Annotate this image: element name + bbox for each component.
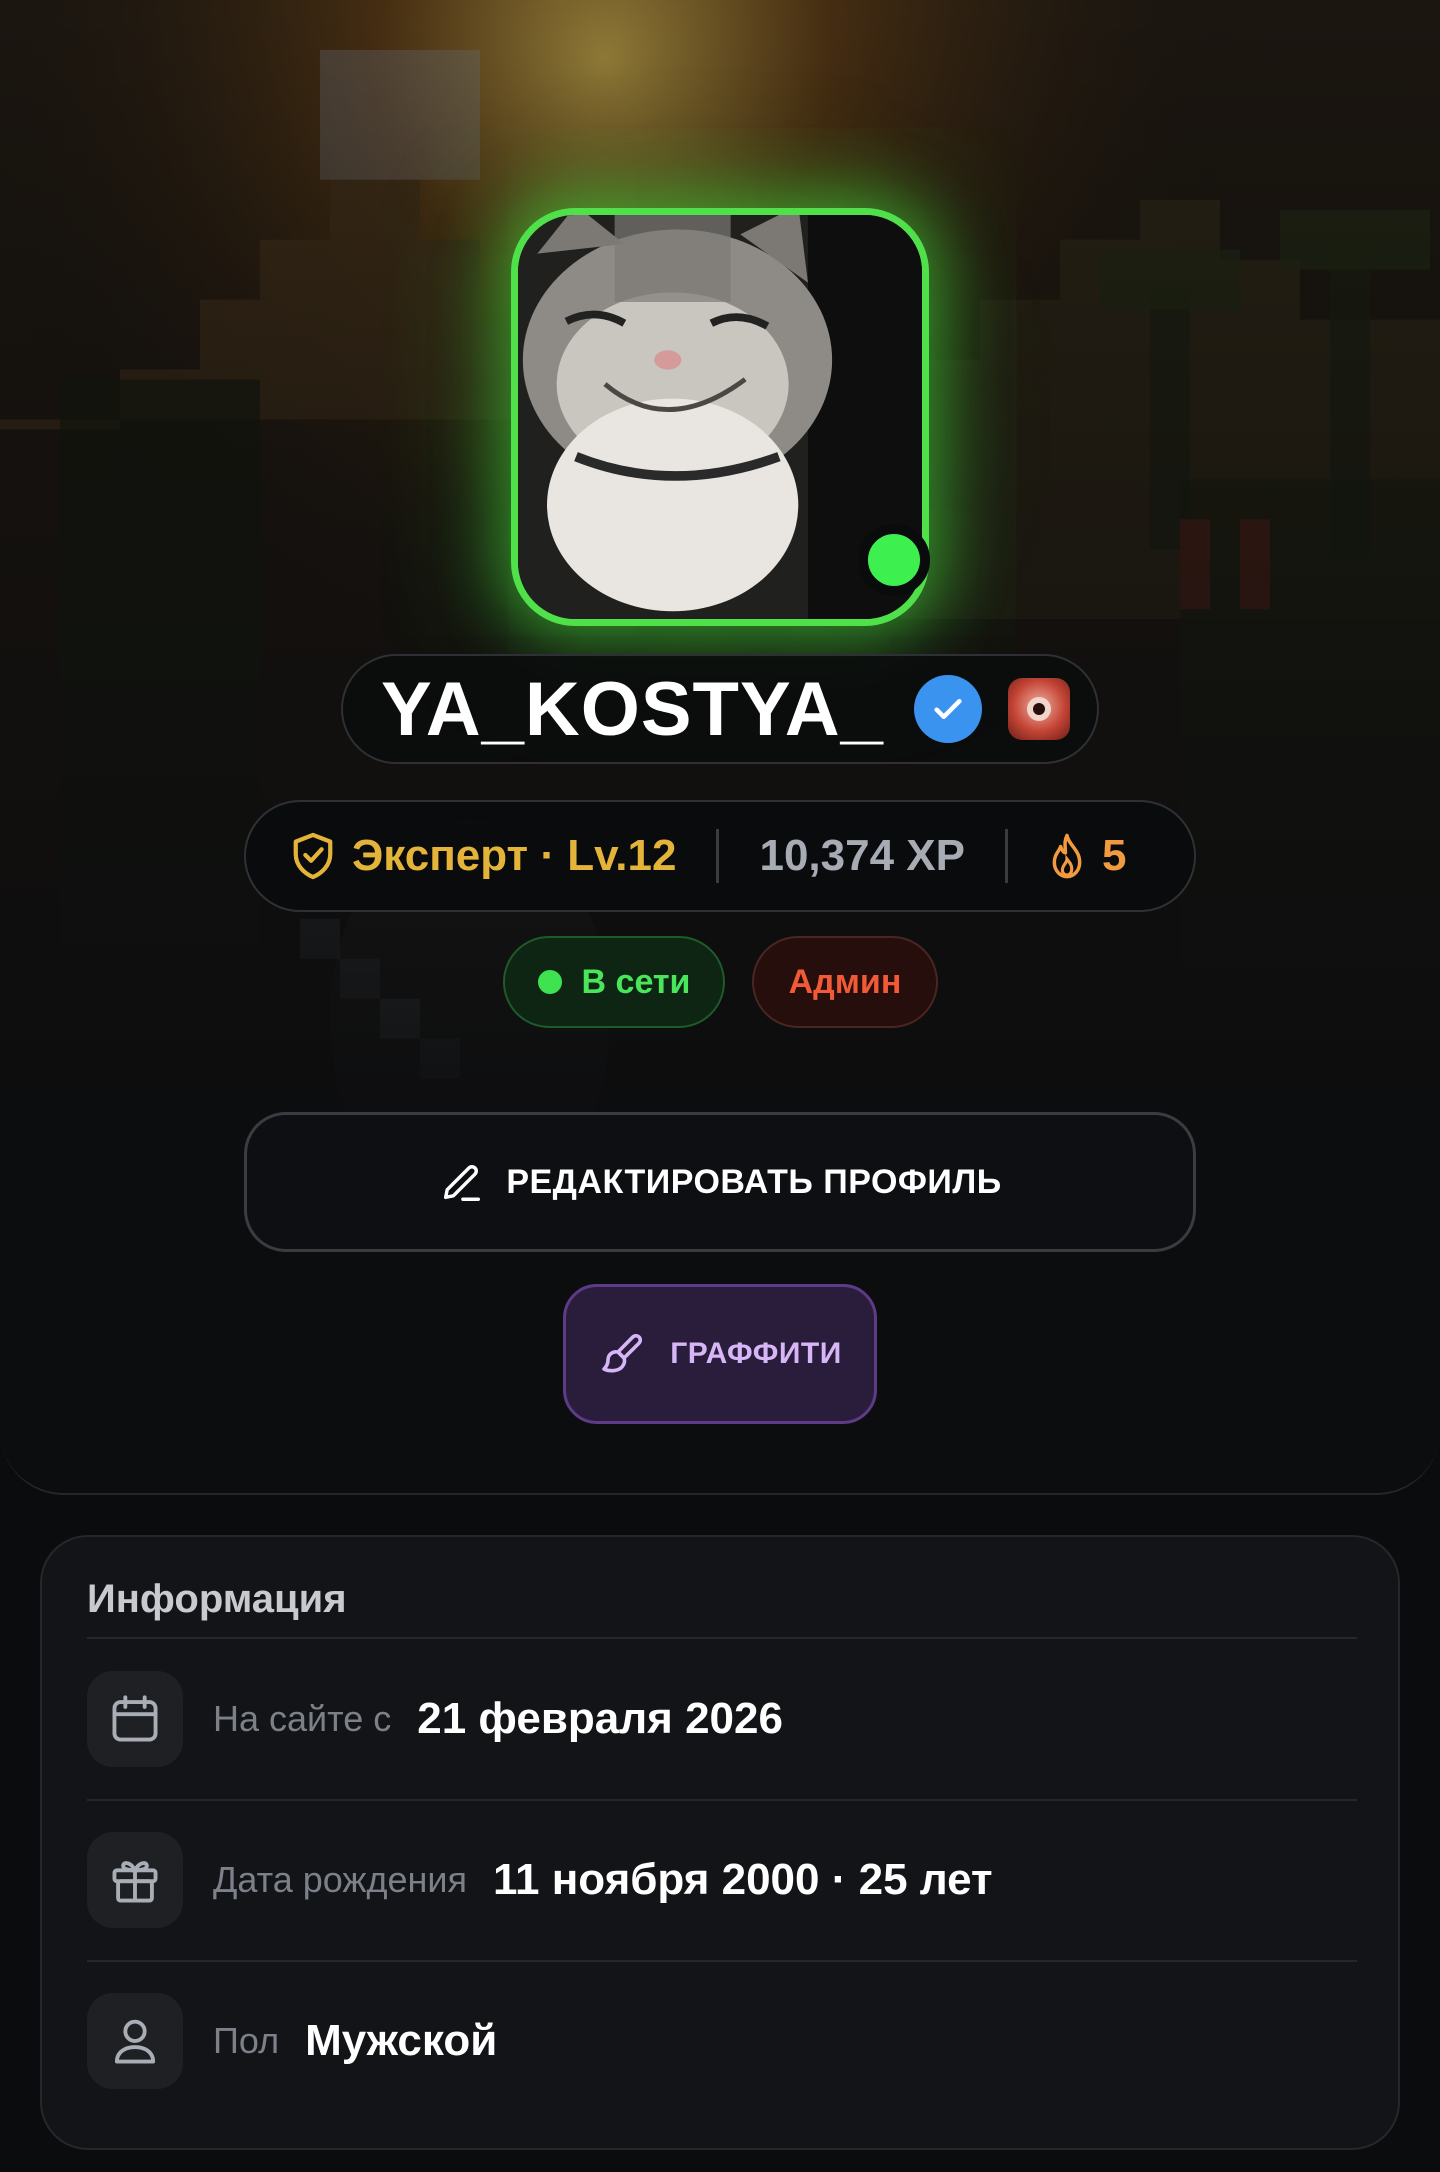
online-status-chip: В сети xyxy=(503,936,725,1028)
divider xyxy=(716,829,720,883)
shield-check-icon xyxy=(290,830,336,882)
divider xyxy=(87,1799,1357,1801)
divider xyxy=(87,1960,1357,1962)
flame-icon xyxy=(1048,832,1086,880)
pencil-icon xyxy=(438,1159,484,1205)
edit-profile-label: РЕДАКТИРОВАТЬ ПРОФИЛЬ xyxy=(506,1162,1002,1201)
streak-count: 5 xyxy=(1101,831,1127,880)
divider xyxy=(1004,829,1008,883)
edit-profile-button[interactable]: РЕДАКТИРОВАТЬ ПРОФИЛЬ xyxy=(244,1112,1196,1252)
rank-text: Эксперт · Lv.12 xyxy=(352,831,677,880)
info-card: Информация На сайте с 21 февраля 2026 Да… xyxy=(40,1535,1400,2150)
level-stats-pill: Эксперт · Lv.12 10,374 XP 5 xyxy=(244,800,1196,912)
user-icon xyxy=(87,1993,183,2089)
online-status-indicator xyxy=(858,524,930,596)
info-value: Мужской xyxy=(305,2016,498,2065)
username-pill: YA_KOSTYA_ xyxy=(341,654,1099,764)
streak-counter: 5 xyxy=(1048,831,1126,881)
info-label: Пол xyxy=(213,2020,280,2061)
rank-label: Эксперт · Lv.12 xyxy=(290,830,676,882)
divider xyxy=(87,1637,1357,1639)
brush-icon xyxy=(598,1330,646,1378)
info-value: 11 ноября 2000 · 25 лет xyxy=(492,1855,993,1904)
online-status-label: В сети xyxy=(581,962,691,1001)
graffiti-label: ГРАФФИТИ xyxy=(670,1337,842,1370)
graffiti-button[interactable]: ГРАФФИТИ xyxy=(563,1284,877,1424)
info-row-joined: На сайте с 21 февраля 2026 xyxy=(87,1669,1357,1769)
xp-count: 10,374 XP xyxy=(759,831,965,880)
profile-badge-icon[interactable] xyxy=(1007,678,1070,740)
username: YA_KOSTYA_ xyxy=(381,666,884,752)
info-title: Информация xyxy=(87,1577,347,1621)
role-label: Админ xyxy=(788,962,902,1001)
verified-badge-icon xyxy=(913,675,982,743)
info-value: 21 февраля 2026 xyxy=(417,1694,783,1743)
calendar-icon xyxy=(87,1671,183,1767)
info-label: На сайте с xyxy=(213,1698,392,1739)
profile-header: YA_KOSTYA_ Эксперт · Lv.12 10,374 XP 5 В… xyxy=(0,0,1440,1495)
info-label: Дата рождения xyxy=(213,1859,467,1900)
info-row-birthday: Дата рождения 11 ноября 2000 · 25 лет xyxy=(87,1830,1357,1930)
role-badge: Админ xyxy=(752,936,938,1028)
info-row-gender: Пол Мужской xyxy=(87,1991,1357,2091)
gift-icon xyxy=(87,1832,183,1928)
online-dot-icon xyxy=(537,970,562,994)
